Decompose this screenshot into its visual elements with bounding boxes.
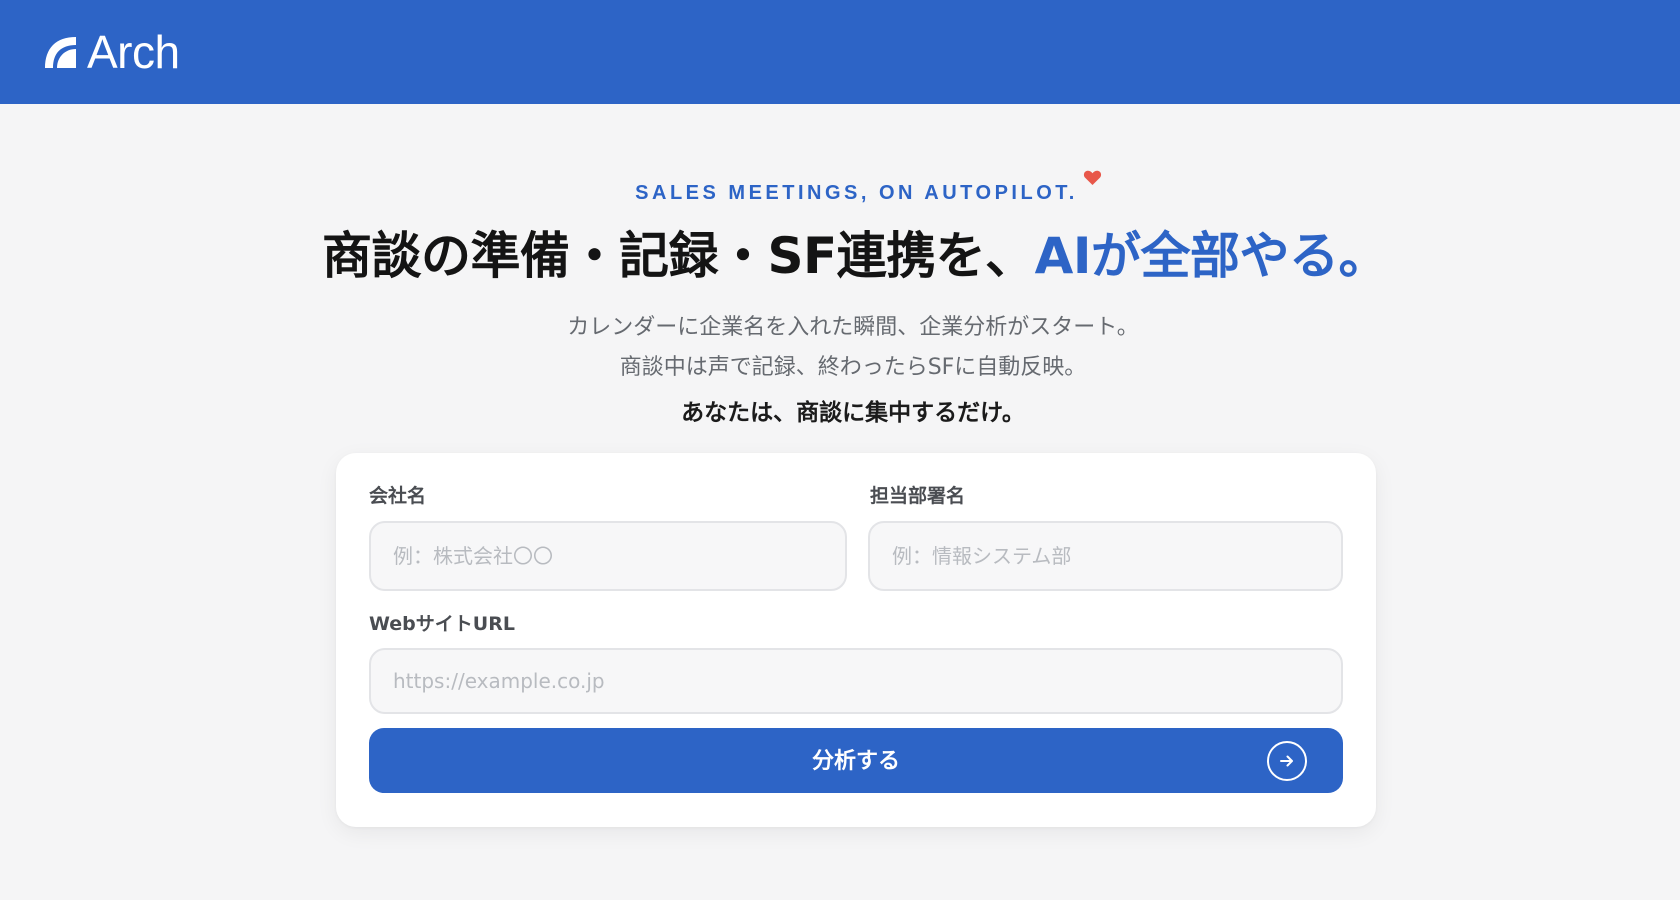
department-label: 担当部署名 (870, 485, 966, 507)
subheading-line-2: 商談中は声で記録、終わったらSFに自動反映。 (619, 355, 1087, 380)
headline-accent: AIが全部やる。 (1034, 227, 1389, 285)
website-label: WebサイトURL (369, 613, 515, 635)
brand-name: Arch (87, 26, 180, 78)
company-label: 会社名 (369, 485, 427, 507)
subheading-emphasis: あなたは、商談に集中するだけ。 (681, 400, 1025, 426)
analyze-button[interactable]: 分析する (369, 728, 1343, 793)
analyze-button-label: 分析する (811, 748, 900, 773)
headline-main: 商談の準備・記録・SF連携を、 (322, 227, 1035, 285)
app-header: Arch (0, 0, 1680, 104)
subheading-line-1: カレンダーに企業名を入れた瞬間、企業分析がスタート。 (567, 315, 1139, 340)
website-input[interactable] (369, 648, 1343, 714)
page-headline: 商談の準備・記録・SF連携を、AIが全部やる。 (0, 224, 1680, 288)
tagline: SALES MEETINGS, ON AUTOPILOT. (635, 182, 1078, 204)
heart-icon (1083, 170, 1102, 186)
company-input[interactable] (369, 521, 847, 591)
department-input[interactable] (868, 521, 1343, 591)
arrow-right-icon (1267, 741, 1307, 781)
analysis-form: 会社名 担当部署名 WebサイトURL 分析する (336, 453, 1376, 827)
arch-logo-icon (45, 37, 76, 68)
brand-logo[interactable]: Arch (43, 26, 180, 78)
